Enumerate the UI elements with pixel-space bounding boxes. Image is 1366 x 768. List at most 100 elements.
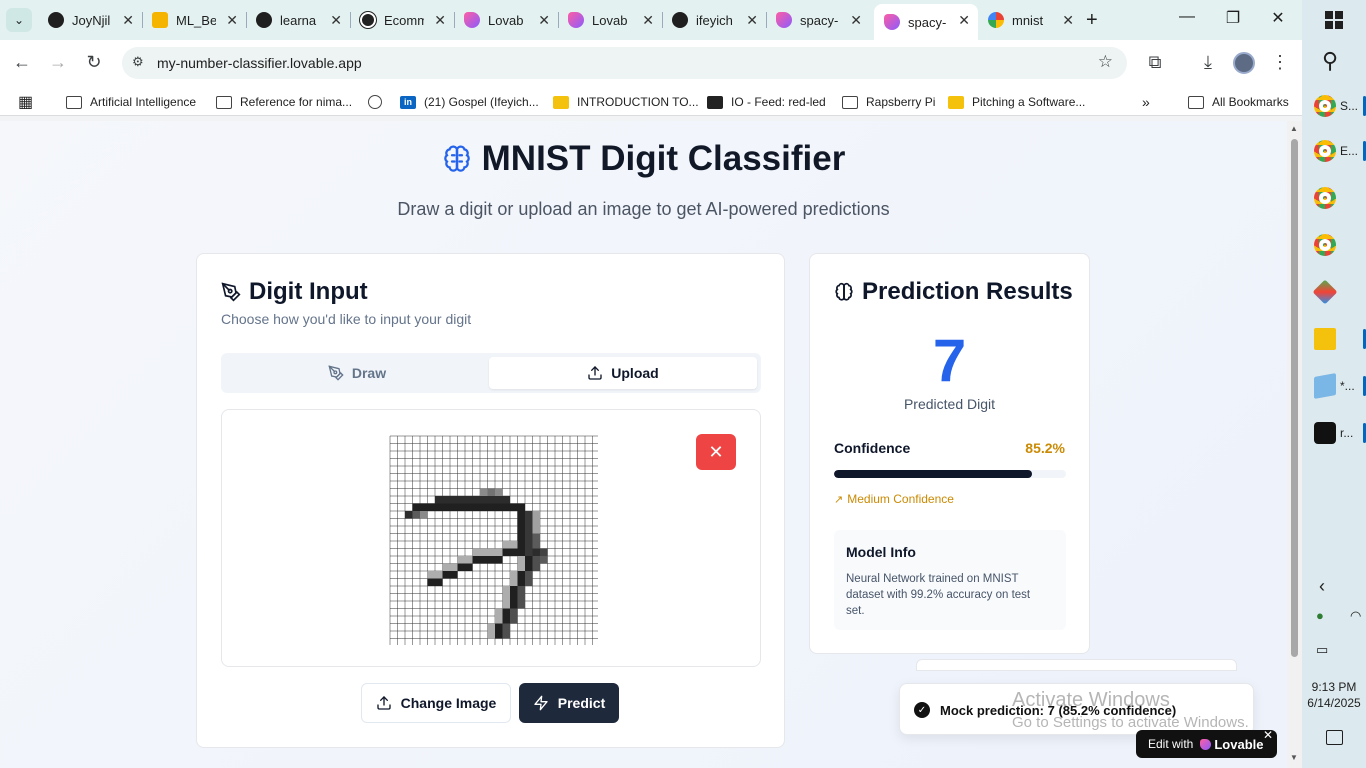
- tab-upload[interactable]: Upload: [489, 357, 757, 389]
- bookmark-item[interactable]: [368, 92, 390, 112]
- security-icon[interactable]: ●: [1316, 608, 1324, 623]
- digit-pixel: [525, 533, 533, 541]
- taskbar-item[interactable]: E...: [1302, 131, 1366, 171]
- digit-pixel: [495, 608, 503, 616]
- battery-icon[interactable]: ▭: [1316, 642, 1328, 658]
- download-icon[interactable]: ⤓: [1196, 52, 1220, 73]
- address-bar[interactable]: ⚙ my-number-classifier.lovable.app ☆: [122, 47, 1127, 79]
- browser-tab[interactable]: mnist ✕: [978, 4, 1082, 36]
- scroll-down-icon[interactable]: ▼: [1290, 753, 1298, 762]
- back-icon[interactable]: ←: [10, 52, 34, 73]
- scroll-up-icon[interactable]: ▲: [1290, 124, 1298, 133]
- all-bookmarks-item[interactable]: All Bookmarks: [1188, 92, 1289, 112]
- browser-tab[interactable]: spacy- ✕: [766, 4, 870, 36]
- digit-pixel: [517, 533, 525, 541]
- digit-pixel: [502, 541, 510, 549]
- taskbar-item[interactable]: [1302, 319, 1366, 359]
- predict-button[interactable]: Predict: [519, 683, 619, 723]
- close-window-button[interactable]: ✕: [1263, 8, 1293, 28]
- page-header: MNIST Digit Classifier: [0, 139, 1287, 179]
- profile-avatar[interactable]: [1233, 52, 1255, 74]
- confidence-level-text: Medium Confidence: [847, 492, 954, 506]
- slides-icon: [553, 95, 569, 109]
- more-bookmarks-button[interactable]: »: [1142, 92, 1150, 112]
- bookmark-star-icon[interactable]: ☆: [1098, 52, 1113, 72]
- bookmark-item[interactable]: INTRODUCTION TO...: [553, 92, 699, 112]
- apps-icon[interactable]: ▦: [18, 92, 33, 112]
- browser-tab[interactable]: ML_Be ✕: [142, 4, 247, 36]
- bookmark-item[interactable]: Pitching a Software...: [948, 92, 1085, 112]
- wifi-icon[interactable]: ◠: [1350, 608, 1361, 624]
- reload-icon[interactable]: ↻: [82, 52, 106, 73]
- extensions-icon[interactable]: ⧉: [1143, 52, 1167, 73]
- new-tab-button[interactable]: +: [1086, 9, 1098, 32]
- bookmark-item[interactable]: Reference for nima...: [216, 92, 352, 112]
- digit-pixel: [450, 571, 458, 579]
- bookmark-item[interactable]: IO - Feed: red-led: [707, 92, 826, 112]
- browser-tab[interactable]: Ecomm ✕: [350, 4, 455, 36]
- digit-pixel: [465, 503, 473, 511]
- search-icon[interactable]: ⚲: [1322, 48, 1338, 74]
- close-icon[interactable]: ✕: [226, 12, 238, 29]
- system-clock[interactable]: 9:13 PM 6/14/2025: [1302, 679, 1366, 711]
- confidence-progress-bar: [834, 470, 1066, 478]
- url-text[interactable]: my-number-classifier.lovable.app: [157, 55, 362, 71]
- taskbar-item[interactable]: [1302, 272, 1366, 312]
- digit-pixel: [517, 578, 525, 586]
- browser-tab[interactable]: Lovab ✕: [454, 4, 559, 36]
- remove-image-button[interactable]: ✕: [696, 434, 736, 470]
- browser-tab[interactable]: learna ✕: [246, 4, 351, 36]
- bookmark-label: IO - Feed: red-led: [731, 95, 826, 109]
- bookmark-item[interactable]: Rapsberry Pi: [842, 92, 935, 112]
- confidence-level: ↗ Medium Confidence: [834, 492, 954, 506]
- digit-pixel: [525, 511, 533, 519]
- close-icon[interactable]: ✕: [642, 12, 654, 29]
- close-icon[interactable]: ✕: [538, 12, 550, 29]
- close-icon[interactable]: ✕: [1062, 12, 1074, 29]
- edit-with-lovable-badge[interactable]: Edit with Lovable ✕: [1136, 728, 1277, 758]
- close-icon[interactable]: ✕: [122, 12, 134, 29]
- close-icon[interactable]: ✕: [1263, 728, 1273, 742]
- menu-icon[interactable]: ⋮: [1268, 52, 1292, 73]
- taskbar-item[interactable]: r...: [1302, 413, 1366, 453]
- close-icon[interactable]: ✕: [434, 12, 446, 29]
- close-icon[interactable]: ✕: [850, 12, 862, 29]
- browser-tab-active[interactable]: spacy- ✕: [874, 4, 978, 40]
- digit-pixel: [510, 578, 518, 586]
- digit-pixel: [532, 518, 540, 526]
- taskbar-item[interactable]: [1302, 225, 1366, 265]
- capcut-icon: [1314, 422, 1336, 444]
- tab-draw[interactable]: Draw: [225, 357, 489, 389]
- scrollbar-thumb[interactable]: [1291, 139, 1298, 657]
- close-icon[interactable]: ✕: [330, 12, 342, 29]
- browser-tab[interactable]: JoyNjil ✕: [38, 4, 143, 36]
- confidence-label: Confidence: [834, 440, 911, 456]
- browser-tab[interactable]: Lovab ✕: [558, 4, 663, 36]
- tab-search-button[interactable]: ⌄: [6, 8, 32, 32]
- taskbar-item[interactable]: [1302, 178, 1366, 218]
- taskbar-item[interactable]: S...: [1302, 86, 1366, 126]
- notification-icon[interactable]: [1326, 730, 1343, 745]
- browser-tab[interactable]: ifeyich ✕: [662, 4, 767, 36]
- colab-icon: [152, 12, 168, 28]
- page-scrollbar[interactable]: ▲ ▼: [1287, 121, 1302, 768]
- chevron-left-icon[interactable]: ‹: [1319, 576, 1325, 597]
- forward-icon[interactable]: →: [46, 52, 70, 73]
- restore-button[interactable]: ❐: [1218, 8, 1248, 28]
- site-info-icon[interactable]: ⚙: [132, 54, 150, 72]
- confidence-progress-fill: [834, 470, 1032, 478]
- github-icon: [672, 12, 688, 28]
- tab-label: ML_Be: [176, 12, 216, 28]
- windows-start-icon[interactable]: [1325, 11, 1343, 29]
- bookmark-item[interactable]: Artificial Intelligence: [66, 92, 196, 112]
- taskbar-item[interactable]: *...: [1302, 366, 1366, 406]
- digit-pixel: [532, 548, 540, 556]
- minimize-button[interactable]: —: [1172, 8, 1202, 26]
- predicted-digit-label: Predicted Digit: [903, 396, 996, 412]
- change-image-button[interactable]: Change Image: [361, 683, 511, 723]
- close-icon[interactable]: ✕: [746, 12, 758, 29]
- digit-pixel: [472, 548, 480, 556]
- close-icon[interactable]: ✕: [958, 12, 970, 29]
- digit-pixel: [502, 601, 510, 609]
- bookmark-item[interactable]: in (21) Gospel (Ifeyich...: [400, 92, 539, 112]
